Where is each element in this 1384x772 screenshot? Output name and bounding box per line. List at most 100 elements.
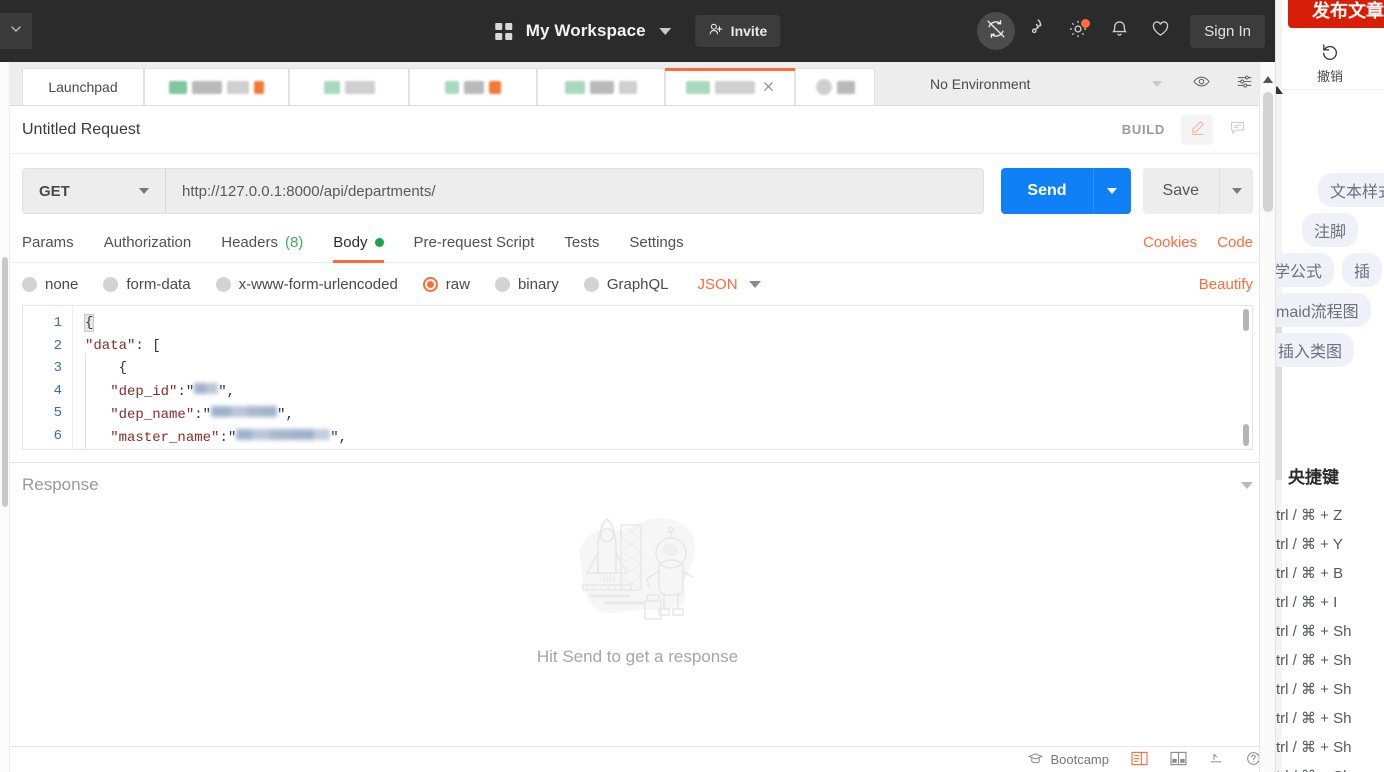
- request-subtabs-links: Cookies Code: [1143, 234, 1253, 251]
- tab-body[interactable]: Body: [333, 234, 384, 263]
- tab-pre-request-script[interactable]: Pre-request Script: [414, 234, 535, 262]
- tab-redacted-2[interactable]: [289, 68, 409, 105]
- send-button[interactable]: Send: [1001, 168, 1093, 214]
- sync-off-icon-button[interactable]: [977, 12, 1016, 50]
- editor-scroll-thumb-top[interactable]: [1243, 309, 1249, 331]
- editor-code-area[interactable]: { "data": [ { "dep_id":" ", "dep_name":" "…: [73, 306, 1252, 449]
- publish-label: 发布文章: [1312, 1, 1384, 21]
- raw-format-selector[interactable]: JSON: [698, 276, 761, 293]
- panel-collapse-button[interactable]: [1276, 78, 1288, 102]
- tag-row: 学公式 插: [1276, 250, 1384, 290]
- tab-label: Settings: [629, 234, 684, 251]
- chevron-down-icon: [1107, 188, 1118, 194]
- tab-params[interactable]: Params: [22, 234, 74, 262]
- tag-math-formula[interactable]: 学公式: [1276, 253, 1335, 287]
- invite-button[interactable]: Invite: [695, 15, 781, 47]
- footer-two-pane-button[interactable]: [1131, 751, 1148, 769]
- editor-gutter: 1 2 3 4 5 6: [23, 306, 73, 449]
- chevron-down-icon: [1231, 188, 1242, 194]
- publish-article-button[interactable]: 发布文章: [1288, 0, 1384, 28]
- editor-scrollbar[interactable]: [1242, 306, 1251, 449]
- undo-label: 撤销: [1316, 68, 1343, 84]
- chevron-down-icon[interactable]: [1241, 481, 1253, 489]
- favorites-icon-button[interactable]: [1141, 12, 1179, 50]
- request-title[interactable]: Untitled Request: [22, 121, 140, 139]
- body-type-raw[interactable]: raw: [422, 276, 470, 293]
- window-scroll-thumb[interactable]: [1263, 92, 1273, 212]
- settings-icon-button[interactable]: [1059, 12, 1097, 50]
- tab-redacted-4[interactable]: [537, 68, 665, 105]
- tab-headers[interactable]: Headers (8): [221, 234, 303, 262]
- tab-tests[interactable]: Tests: [564, 234, 599, 262]
- url-input[interactable]: http://127.0.0.1:8000/api/departments/: [165, 168, 985, 214]
- undo-icon: [1320, 41, 1340, 64]
- tag-mermaid-flowchart[interactable]: maid流程图: [1276, 293, 1371, 327]
- close-icon[interactable]: [763, 79, 774, 95]
- body-type-x-www-form-urlencoded[interactable]: x-www-form-urlencoded: [215, 276, 398, 293]
- graduation-cap-icon: [1028, 751, 1044, 769]
- editor-scroll-thumb-bottom[interactable]: [1243, 424, 1249, 446]
- shortcut-item: trl / ⌘ + Sh: [1276, 738, 1352, 756]
- tab-authorization[interactable]: Authorization: [104, 234, 192, 262]
- json-key: "master_name": [110, 430, 220, 447]
- tag-text-style[interactable]: 文本样式: [1317, 173, 1384, 207]
- body-type-label: binary: [517, 276, 559, 293]
- left-edge-scrollbar[interactable]: [0, 62, 10, 772]
- footer-bootcamp-button[interactable]: Bootcamp: [1028, 751, 1109, 769]
- response-title: Response: [22, 475, 99, 494]
- tab-label-redacted: [169, 80, 264, 94]
- json-punct: ",: [218, 383, 236, 400]
- request-title-actions: BUILD: [1122, 114, 1253, 145]
- comments-button[interactable]: [1221, 115, 1253, 145]
- environment-selector[interactable]: No Environment: [917, 67, 1175, 101]
- request-subtabs: Params Authorization Headers (8) Body Pr…: [0, 224, 1275, 263]
- footer-trash-button[interactable]: [1209, 751, 1224, 769]
- request-body-editor[interactable]: 1 2 3 4 5 6 { "data": [ { "dep_id":" ", "…: [22, 305, 1253, 450]
- method-selector[interactable]: GET: [22, 168, 165, 214]
- tag-footnote[interactable]: 注脚: [1301, 213, 1358, 247]
- edit-request-button[interactable]: [1181, 114, 1213, 145]
- footer-split-layout-button[interactable]: [1170, 751, 1187, 769]
- workspace-switcher[interactable]: My Workspace Invite: [494, 15, 781, 47]
- scroll-up-arrow-icon[interactable]: [1262, 76, 1273, 83]
- sign-in-button[interactable]: Sign In: [1190, 14, 1265, 48]
- save-button[interactable]: Save: [1142, 168, 1219, 214]
- response-pane: Response Hit Send to get a response: [0, 462, 1275, 694]
- tab-redacted-1[interactable]: [144, 68, 289, 105]
- tag-row: 插入类图: [1276, 330, 1384, 370]
- request-title-row: Untitled Request BUILD: [0, 106, 1275, 154]
- tab-settings[interactable]: Settings: [629, 234, 683, 262]
- environment-quick-look-button[interactable]: [1184, 67, 1218, 101]
- tab-redacted-active[interactable]: [665, 68, 795, 105]
- save-options-button[interactable]: [1219, 168, 1253, 214]
- broadcast-icon-button[interactable]: [1018, 12, 1056, 50]
- beautify-button[interactable]: Beautify: [1199, 276, 1253, 293]
- sidebar-collapse-button[interactable]: [0, 13, 32, 49]
- tag-insert[interactable]: 插: [1342, 253, 1383, 287]
- body-type-graphql[interactable]: GraphQL: [583, 276, 669, 293]
- indent-guide: [85, 353, 86, 449]
- method-label: GET: [39, 182, 70, 200]
- code-link[interactable]: Code: [1217, 234, 1253, 251]
- send-group: Send: [1001, 168, 1131, 214]
- body-type-none[interactable]: none: [22, 276, 78, 293]
- undo-button[interactable]: 撤销: [1317, 41, 1343, 85]
- tab-label-redacted: [445, 80, 501, 94]
- shortcut-item: trl / ⌘ + Sh: [1276, 680, 1352, 698]
- shortcut-item: trl / ⌘ + Z: [1276, 506, 1343, 524]
- body-type-binary[interactable]: binary: [494, 276, 559, 293]
- window-scrollbar[interactable]: [1259, 62, 1275, 772]
- notifications-icon-button[interactable]: [1100, 12, 1138, 50]
- tab-redacted-5[interactable]: [795, 68, 875, 105]
- tag-insert-class-diagram[interactable]: 插入类图: [1276, 333, 1355, 367]
- environment-settings-button[interactable]: [1227, 67, 1261, 101]
- cookies-link[interactable]: Cookies: [1143, 234, 1197, 251]
- left-scroll-thumb[interactable]: [2, 257, 8, 507]
- tag-row: 文本样式: [1276, 170, 1384, 210]
- body-type-form-data[interactable]: form-data: [103, 276, 191, 293]
- tab-launchpad[interactable]: Launchpad: [22, 68, 144, 105]
- code-line-2: "data": [: [85, 335, 1252, 358]
- rocket-astronaut-illustration: [563, 501, 713, 641]
- tab-redacted-3[interactable]: [409, 68, 537, 105]
- send-options-button[interactable]: [1092, 168, 1131, 214]
